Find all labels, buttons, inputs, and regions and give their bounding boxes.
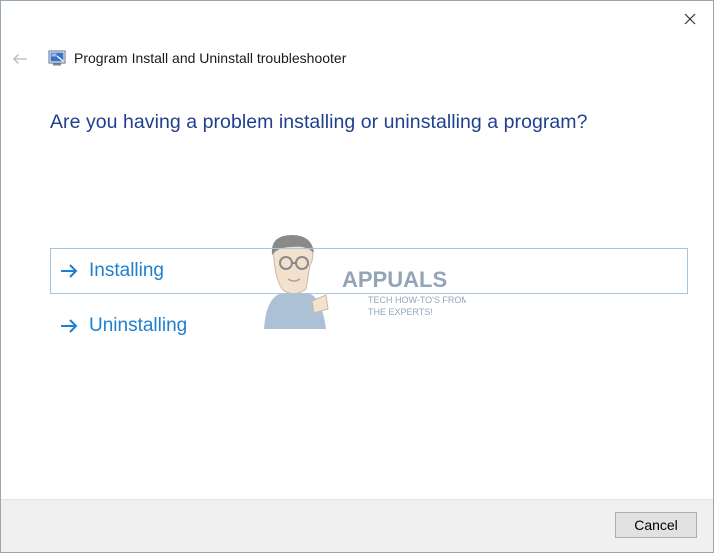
close-button[interactable] (667, 1, 713, 37)
option-uninstalling-label: Uninstalling (89, 315, 188, 336)
close-icon (684, 13, 696, 25)
option-uninstalling[interactable]: Uninstalling (50, 303, 688, 349)
footer-bar: Cancel (1, 499, 713, 552)
header-bar: Program Install and Uninstall troublesho… (1, 47, 713, 71)
troubleshooter-window: Program Install and Uninstall troublesho… (0, 0, 714, 553)
back-arrow-icon (13, 54, 27, 64)
troubleshooter-app-icon (48, 50, 66, 66)
right-arrow-icon (59, 261, 79, 281)
question-heading: Are you having a problem installing or u… (50, 111, 588, 133)
cancel-button[interactable]: Cancel (615, 512, 697, 538)
window-title: Program Install and Uninstall troublesho… (74, 50, 347, 66)
right-arrow-icon (59, 316, 79, 336)
option-installing-label: Installing (89, 260, 164, 281)
option-installing[interactable]: Installing (50, 248, 688, 294)
back-button[interactable] (9, 47, 31, 71)
